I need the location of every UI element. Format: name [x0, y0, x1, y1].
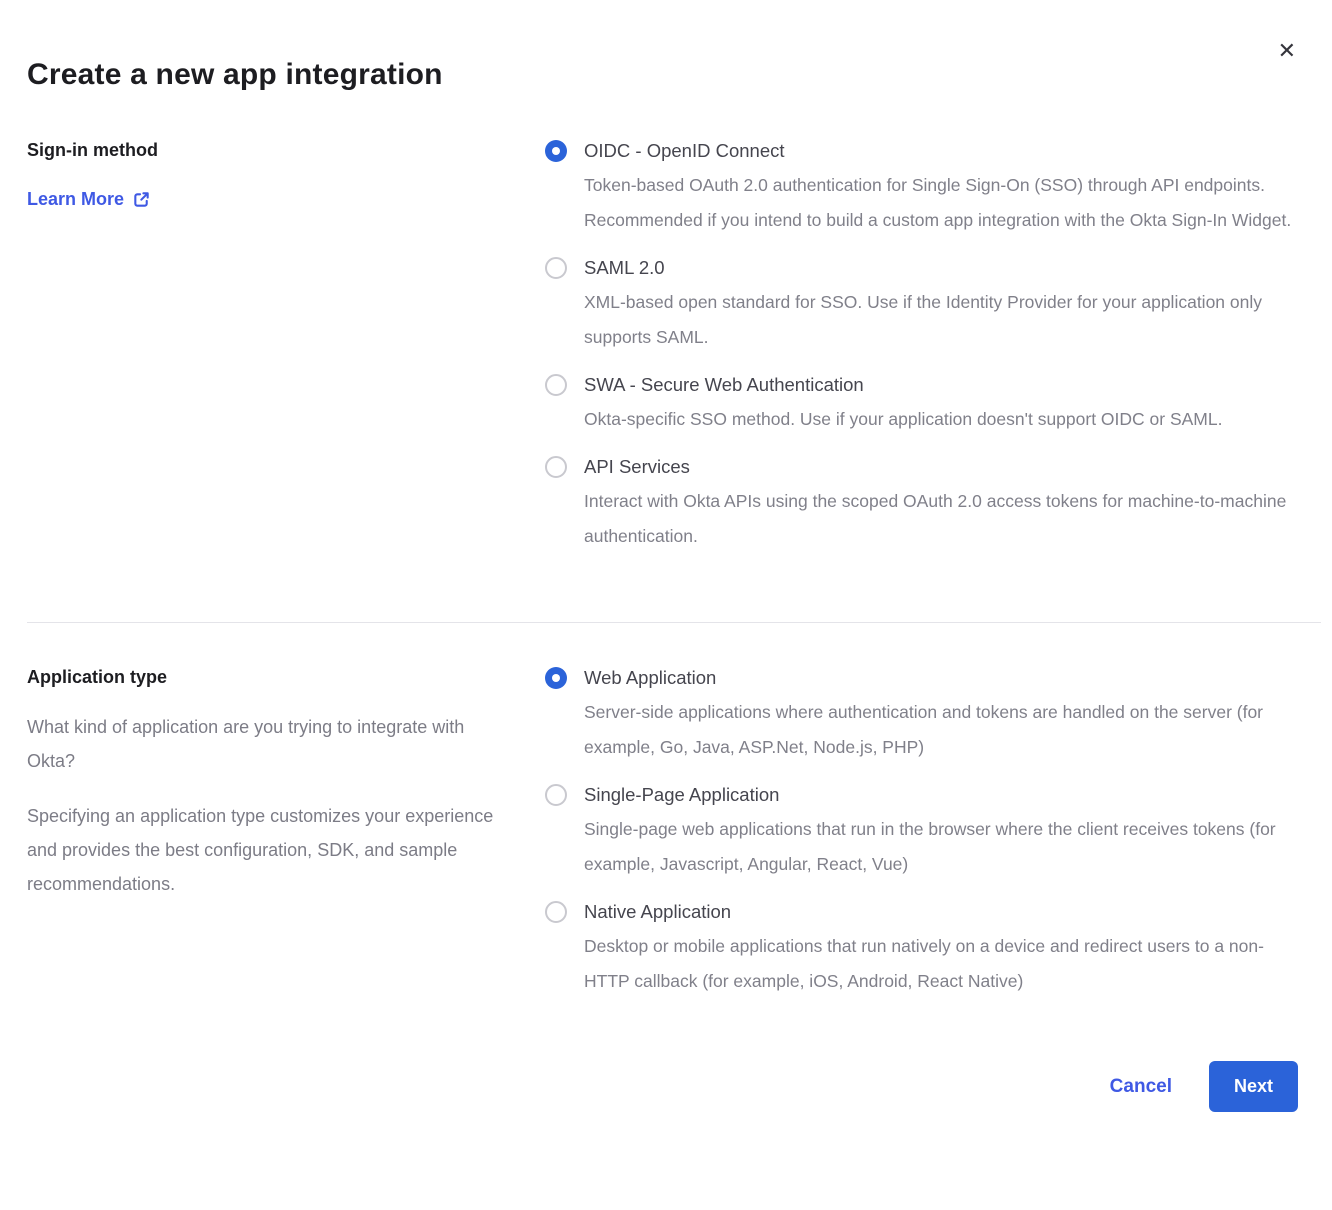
radio-option-text: Single-Page Application Single-page web …: [584, 782, 1300, 882]
radio-option-description: Okta-specific SSO method. Use if your ap…: [584, 402, 1222, 437]
radio-option: Web Application Server-side applications…: [545, 665, 1300, 765]
radio-option-description: XML-based open standard for SSO. Use if …: [584, 285, 1300, 355]
close-button[interactable]: ✕: [1274, 36, 1300, 66]
radio-option-label[interactable]: SAML 2.0: [584, 255, 1300, 281]
section-divider: [27, 622, 1321, 623]
create-app-integration-dialog: ✕ Create a new app integration Sign-in m…: [0, 0, 1332, 1210]
radio-option-description: Server-side applications where authentic…: [584, 695, 1300, 765]
radio-button[interactable]: [545, 901, 567, 923]
cancel-button[interactable]: Cancel: [1110, 1076, 1172, 1098]
radio-button[interactable]: [545, 257, 567, 279]
radio-option-text: SAML 2.0 XML-based open standard for SSO…: [584, 255, 1300, 355]
radio-option-label[interactable]: OIDC - OpenID Connect: [584, 138, 1300, 164]
next-button[interactable]: Next: [1209, 1061, 1298, 1112]
learn-more-label: Learn More: [27, 189, 124, 210]
application-type-intro-1: What kind of application are you trying …: [27, 710, 507, 778]
radio-option-text: API Services Interact with Okta APIs usi…: [584, 454, 1300, 554]
application-type-intro-2: Specifying an application type customize…: [27, 799, 507, 901]
radio-option-label[interactable]: Native Application: [584, 899, 1300, 925]
radio-button[interactable]: [545, 374, 567, 396]
radio-option-label[interactable]: API Services: [584, 454, 1300, 480]
close-icon: ✕: [1278, 38, 1296, 63]
radio-option: Single-Page Application Single-page web …: [545, 782, 1300, 882]
radio-button[interactable]: [545, 784, 567, 806]
sign-in-method-heading: Sign-in method: [27, 138, 517, 162]
radio-option: Native Application Desktop or mobile app…: [545, 899, 1300, 999]
sign-in-method-section: Sign-in method Learn More OIDC - OpenID …: [27, 138, 1300, 554]
external-link-icon: [132, 190, 151, 209]
radio-option: API Services Interact with Okta APIs usi…: [545, 454, 1300, 554]
radio-option: SAML 2.0 XML-based open standard for SSO…: [545, 255, 1300, 355]
radio-option-label[interactable]: Web Application: [584, 665, 1300, 691]
radio-option-text: Native Application Desktop or mobile app…: [584, 899, 1300, 999]
radio-option: SWA - Secure Web Authentication Okta-spe…: [545, 372, 1300, 437]
radio-button[interactable]: [545, 456, 567, 478]
radio-option-description: Token-based OAuth 2.0 authentication for…: [584, 168, 1300, 238]
radio-option-text: OIDC - OpenID Connect Token-based OAuth …: [584, 138, 1300, 238]
dialog-title: Create a new app integration: [27, 58, 1300, 92]
radio-option-label[interactable]: SWA - Secure Web Authentication: [584, 372, 1222, 398]
radio-option-text: SWA - Secure Web Authentication Okta-spe…: [584, 372, 1222, 437]
application-type-options: Web Application Server-side applications…: [545, 665, 1300, 999]
application-type-section: Application type What kind of applicatio…: [27, 665, 1300, 999]
radio-option-text: Web Application Server-side applications…: [584, 665, 1300, 765]
dialog-footer: Cancel Next: [27, 1061, 1300, 1112]
radio-option-description: Desktop or mobile applications that run …: [584, 929, 1300, 999]
radio-option-description: Interact with Okta APIs using the scoped…: [584, 484, 1300, 554]
application-type-left-column: Application type What kind of applicatio…: [27, 665, 545, 999]
radio-option-label[interactable]: Single-Page Application: [584, 782, 1300, 808]
application-type-heading: Application type: [27, 665, 517, 689]
sign-in-method-options: OIDC - OpenID Connect Token-based OAuth …: [545, 138, 1300, 554]
sign-in-method-left-column: Sign-in method Learn More: [27, 138, 545, 554]
radio-button[interactable]: [545, 667, 567, 689]
radio-option: OIDC - OpenID Connect Token-based OAuth …: [545, 138, 1300, 238]
learn-more-link[interactable]: Learn More: [27, 189, 151, 210]
radio-option-description: Single-page web applications that run in…: [584, 812, 1300, 882]
radio-button[interactable]: [545, 140, 567, 162]
